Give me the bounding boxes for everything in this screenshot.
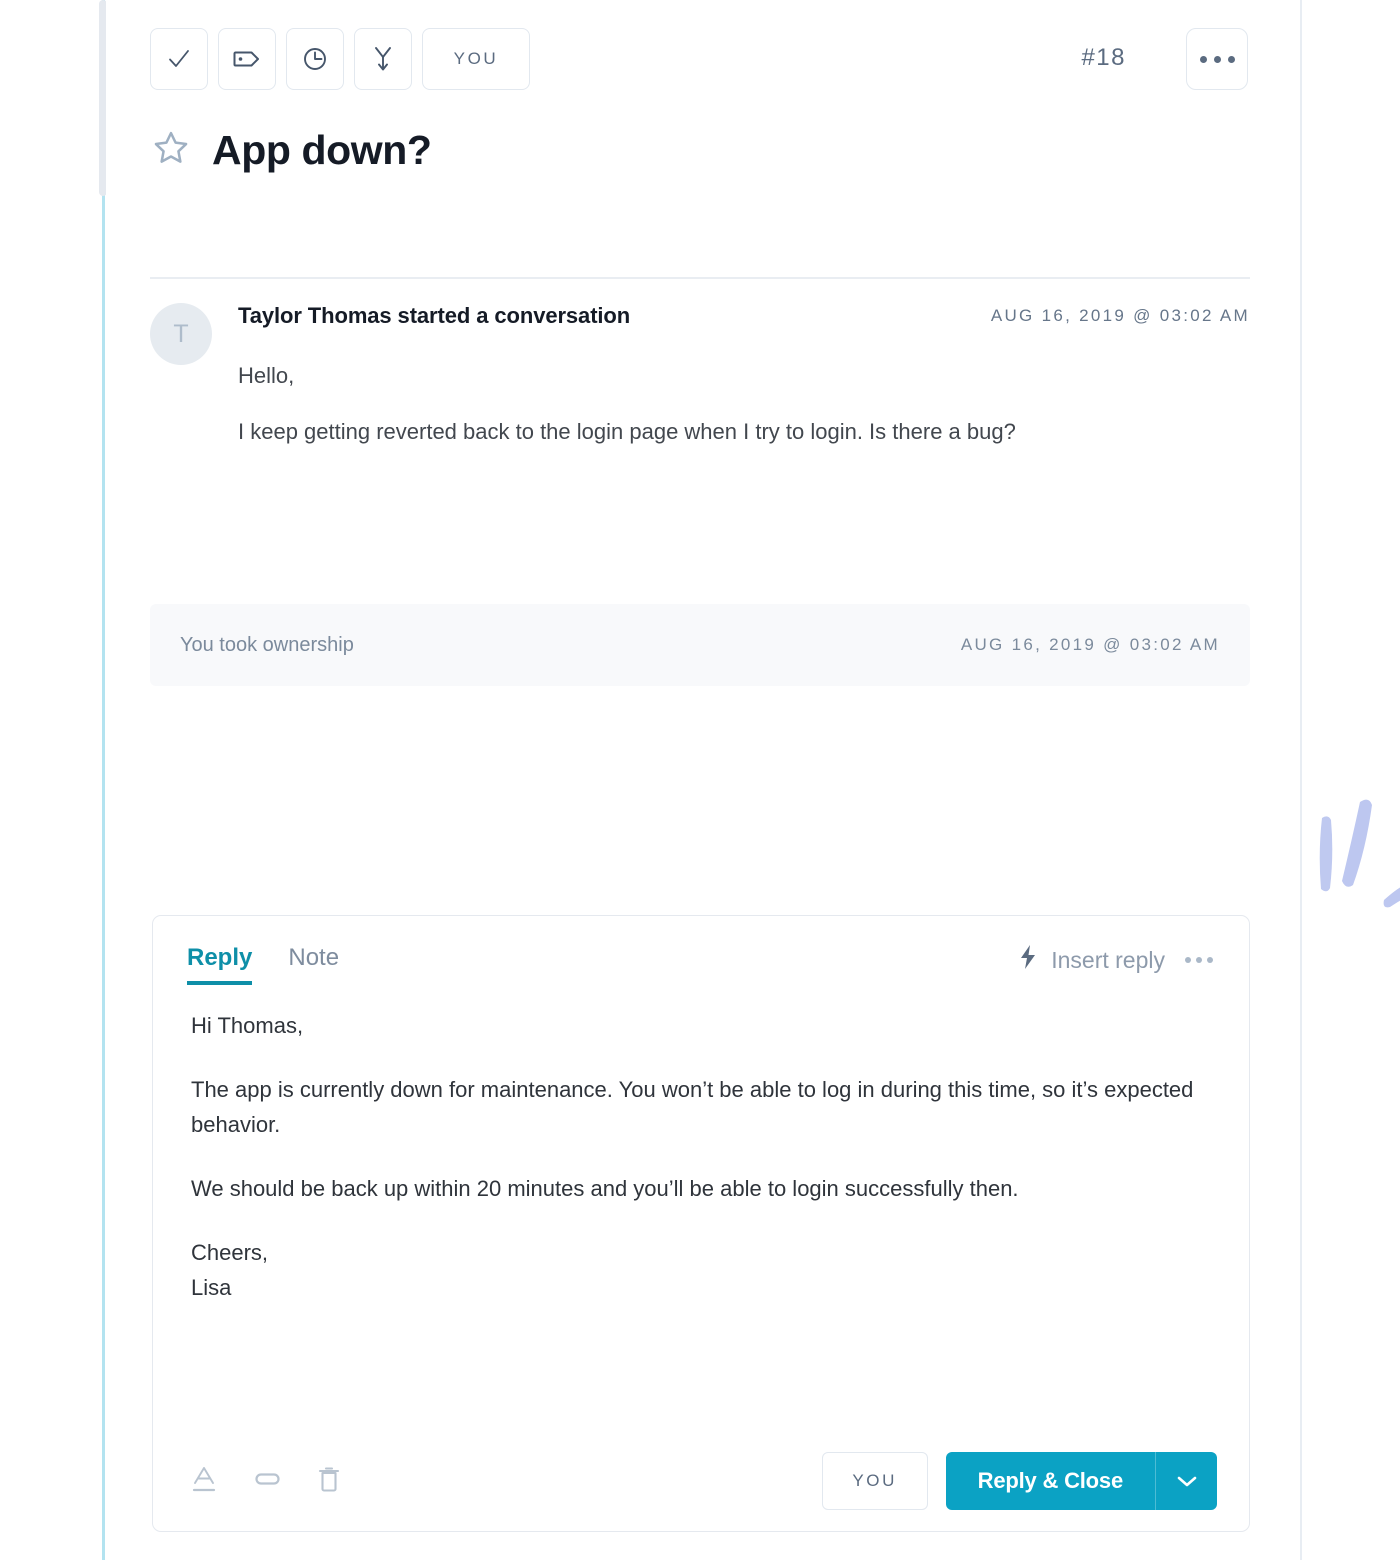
snooze-button[interactable] <box>286 28 344 90</box>
reply-paragraph: The app is currently down for maintenanc… <box>191 1076 1194 1138</box>
entry-body: Taylor Thomas started a conversation AUG… <box>238 303 1250 449</box>
lightning-bolt-icon <box>1019 944 1037 976</box>
chevron-down-icon[interactable] <box>1155 1452 1217 1510</box>
assignee-button[interactable]: YOU <box>422 28 530 90</box>
dot-2 <box>1196 957 1202 963</box>
title-row: App down? <box>152 127 432 174</box>
reply-paragraph: Hi Thomas, <box>191 1013 304 1038</box>
check-icon <box>166 46 192 72</box>
page-surface: YOU #18 App down? T Taylor Thomas starte… <box>106 0 1400 1560</box>
dot-3 <box>1207 957 1213 963</box>
entry-header: T Taylor Thomas started a conversation A… <box>150 303 1250 449</box>
decorative-brush-mark <box>1306 790 1400 920</box>
right-border-rail <box>1300 0 1302 1560</box>
composer-assignee-button[interactable]: YOU <box>821 1452 928 1510</box>
entry-message: Hello, I keep getting reverted back to t… <box>238 359 1250 449</box>
reply-paragraph: We should be back up within 20 minutes a… <box>191 1175 1019 1201</box>
page-title: App down? <box>212 127 432 173</box>
conversation-entry: T Taylor Thomas started a conversation A… <box>150 303 1250 449</box>
attachment-icon[interactable] <box>251 1465 283 1498</box>
trash-icon[interactable] <box>317 1464 341 1499</box>
insert-reply-label: Insert reply <box>1051 946 1165 973</box>
more-options-button[interactable] <box>1186 28 1248 90</box>
left-accent-rail <box>102 0 105 1560</box>
event-text: You took ownership <box>180 633 354 656</box>
message-paragraph: Hello, <box>238 363 295 388</box>
conversation-page: YOU #18 App down? T Taylor Thomas starte… <box>0 0 1400 1560</box>
reply-text-area[interactable]: Hi Thomas, The app is currently down for… <box>153 1002 1249 1432</box>
ownership-event-row: You took ownership AUG 16, 2019 @ 03:02 … <box>150 604 1250 686</box>
avatar: T <box>150 303 212 365</box>
composer-assignee-label: YOU <box>852 1471 897 1490</box>
conversation-toolbar: YOU <box>150 28 530 90</box>
issue-number: #18 <box>1081 44 1126 71</box>
add-tag-button[interactable] <box>218 28 276 90</box>
reply-signature: Cheers, Lisa <box>191 1239 269 1301</box>
insert-reply-button[interactable]: Insert reply <box>1019 944 1213 976</box>
event-timestamp: AUG 16, 2019 @ 03:02 AM <box>960 635 1220 654</box>
dot-1 <box>1185 957 1191 963</box>
merge-button[interactable] <box>354 28 412 90</box>
assignee-label: YOU <box>453 49 499 68</box>
composer-footer-icons <box>191 1464 341 1499</box>
clock-icon <box>302 46 328 72</box>
content-divider <box>150 277 1250 279</box>
text-format-icon[interactable] <box>191 1464 217 1499</box>
entry-timestamp: AUG 16, 2019 @ 03:02 AM <box>990 306 1250 325</box>
star-outline-icon[interactable] <box>152 129 190 172</box>
message-paragraph: I keep getting reverted back to the logi… <box>238 419 1016 445</box>
tab-reply[interactable]: Reply <box>187 944 253 985</box>
dot-3 <box>1227 55 1235 63</box>
tab-note[interactable]: Note <box>288 944 339 981</box>
dot-1 <box>1199 55 1207 63</box>
dot-2 <box>1213 55 1221 63</box>
reply-composer: Reply Note Insert reply Hi Thomas, The a… <box>152 915 1250 1532</box>
composer-tabs: Reply Note Insert reply <box>153 916 1249 1002</box>
merge-arrow-icon <box>371 45 395 73</box>
composer-footer: YOU Reply & Close <box>153 1431 1249 1531</box>
reply-and-close-label: Reply & Close <box>977 1468 1124 1493</box>
reply-and-close-button[interactable]: Reply & Close <box>945 1452 1217 1510</box>
tag-icon <box>233 48 261 70</box>
close-conversation-button[interactable] <box>150 28 208 90</box>
insert-reply-more-icon[interactable] <box>1185 957 1213 963</box>
